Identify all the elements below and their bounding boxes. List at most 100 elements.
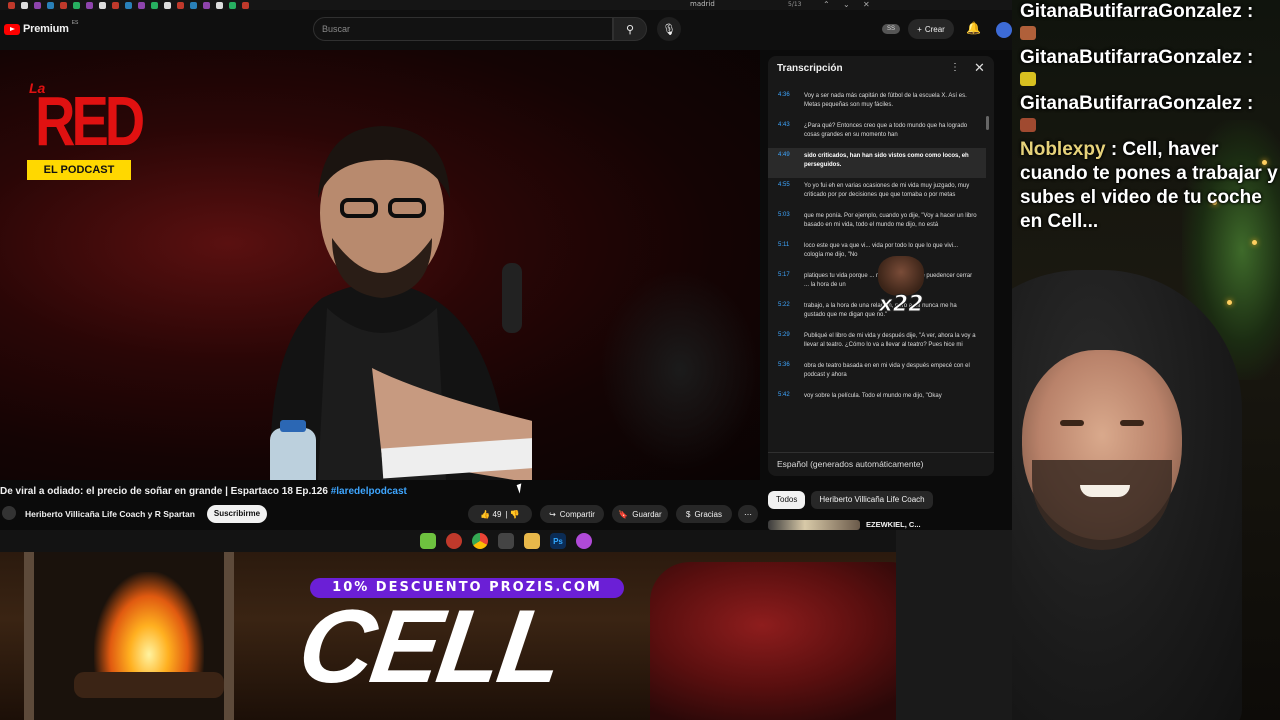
- share-button[interactable]: ↪ Compartir: [540, 505, 604, 523]
- recommended-thumbnail[interactable]: [768, 520, 860, 530]
- tab-favicon[interactable]: [99, 1, 106, 9]
- tab-favicon[interactable]: [34, 1, 41, 9]
- fireplace-image: [24, 552, 234, 720]
- transcript-segment[interactable]: 5:29 Publiqué el libro de mi vida y despu…: [768, 328, 986, 358]
- extension-badge[interactable]: SS: [882, 24, 900, 34]
- show-logo-sub: EL PODCAST: [27, 160, 131, 180]
- tab-favicon[interactable]: [229, 1, 236, 9]
- like-button[interactable]: 👍 49: [480, 510, 501, 519]
- transcript-timestamp[interactable]: 4:49: [778, 152, 790, 158]
- account-avatar[interactable]: [996, 22, 1012, 38]
- spotify-icon[interactable]: [420, 533, 436, 549]
- transcript-segment[interactable]: 4:55 Yo yo fui eh en varias ocasiones de …: [768, 178, 986, 208]
- chip-channel[interactable]: Heriberto Villicaña Life Coach: [811, 491, 933, 509]
- transcript-timestamp[interactable]: 4:43: [778, 122, 790, 128]
- search-button[interactable]: ⚲: [613, 17, 647, 41]
- app-icon-purple[interactable]: [576, 533, 592, 549]
- create-button[interactable]: + Crear: [908, 19, 954, 39]
- chat-overlay: GitanaButifarraGonzalez : GitanaButifarra…: [1012, 0, 1280, 234]
- like-dislike-group: 👍 49 | 👎: [468, 505, 532, 523]
- app-icon[interactable]: [498, 533, 514, 549]
- voice-search-button[interactable]: 🎙: [657, 17, 681, 41]
- bell-icon[interactable]: 🔔: [966, 21, 981, 35]
- find-next-icon[interactable]: ⌄: [843, 0, 850, 9]
- logs-image: [74, 672, 224, 698]
- plus-icon: +: [917, 24, 922, 34]
- chip-all[interactable]: Todos: [768, 491, 806, 509]
- more-actions-button[interactable]: ⋯: [738, 505, 758, 523]
- transcript-timestamp[interactable]: 4:55: [778, 182, 790, 188]
- tab-favicon[interactable]: [47, 1, 54, 9]
- tab-favicon[interactable]: [138, 1, 145, 9]
- transcript-timestamp[interactable]: 5:03: [778, 212, 790, 218]
- sofa-image: [650, 562, 930, 720]
- tab-favicon[interactable]: [125, 1, 132, 9]
- tab-favicon[interactable]: [73, 1, 80, 9]
- dislike-button[interactable]: | 👎: [505, 510, 519, 519]
- obs-icon[interactable]: [446, 533, 462, 549]
- close-icon[interactable]: ✕: [974, 60, 985, 76]
- chat-message: Noblexpy : Cell, haver cuando te pones a…: [1012, 138, 1280, 234]
- tab-favicon[interactable]: [21, 1, 28, 9]
- tab-favicon[interactable]: [164, 1, 171, 9]
- channel-name[interactable]: Heriberto Villicaña Life Coach y R Spart…: [25, 509, 195, 519]
- find-close-icon[interactable]: ✕: [863, 0, 870, 9]
- youtube-header: Premium ES ⚲ 🎙 SS + Crear 🔔: [0, 10, 1012, 50]
- youtube-logo[interactable]: Premium ES: [4, 20, 78, 35]
- tab-favicon[interactable]: [60, 1, 67, 9]
- recommended-title[interactable]: EZEWKIEL, C...: [866, 520, 921, 529]
- taskbar: Ps: [0, 530, 1012, 552]
- thanks-button[interactable]: $ Gracias: [676, 505, 732, 523]
- channel-avatar[interactable]: [2, 506, 16, 520]
- photoshop-icon[interactable]: Ps: [550, 533, 566, 549]
- transcript-language-select[interactable]: Español (generados automáticamente): [768, 452, 994, 476]
- tab-favicon[interactable]: [151, 1, 158, 9]
- transcript-timestamp[interactable]: 4:36: [778, 92, 790, 98]
- search-box[interactable]: [313, 17, 613, 41]
- streamer-eye: [1120, 420, 1144, 426]
- thumbs-up-icon: 👍: [480, 509, 491, 519]
- save-button[interactable]: 🔖 Guardar: [612, 505, 668, 523]
- chat-message: GitanaButifarraGonzalez :: [1012, 0, 1280, 24]
- folder-icon[interactable]: [524, 533, 540, 549]
- tab-favicon[interactable]: [86, 1, 93, 9]
- transcript-timestamp[interactable]: 5:42: [778, 392, 790, 398]
- hashtag-link[interactable]: #laredelpodcast: [331, 486, 407, 497]
- show-logo-big: RED: [35, 81, 145, 160]
- transcript-timestamp[interactable]: 5:17: [778, 272, 790, 278]
- subscribe-button[interactable]: Suscribirme: [207, 505, 267, 523]
- tab-favicon[interactable]: [203, 1, 210, 9]
- chat-text: :: [1247, 47, 1254, 68]
- tab-favicon[interactable]: [112, 1, 119, 9]
- find-in-page-query[interactable]: madrid: [690, 0, 715, 8]
- video-player[interactable]: La RED EL PODCAST: [0, 50, 760, 480]
- transcript-segment[interactable]: 5:36 obra de teatro basada en en mi vida …: [768, 358, 986, 388]
- transcript-segment[interactable]: 5:42 voy sobre la película. Todo el mundo…: [768, 388, 986, 418]
- transcript-timestamp[interactable]: 5:22: [778, 302, 790, 308]
- chat-username: GitanaButifarraGonzalez: [1020, 47, 1242, 68]
- transcript-segment[interactable]: 4:49 sido criticados, han han sido vistos…: [768, 148, 986, 178]
- recommended-video[interactable]: EZEWKIEL, C...: [768, 518, 1012, 530]
- transcript-segment[interactable]: 4:43 ¿Para qué? Entonces creo que a todo …: [768, 118, 986, 148]
- search-input[interactable]: [314, 18, 612, 40]
- transcript-text: voy sobre la película. Todo el mundo me …: [804, 393, 942, 399]
- tab-favicon[interactable]: [177, 1, 184, 9]
- background-shadow: [600, 270, 760, 470]
- youtube-logo-icon: [4, 23, 20, 35]
- tab-favicon[interactable]: [190, 1, 197, 9]
- tab-favicon[interactable]: [216, 1, 223, 9]
- transcript-timestamp[interactable]: 5:11: [778, 242, 789, 248]
- chat-emote-icon: [1020, 72, 1036, 86]
- transcript-timestamp[interactable]: 5:36: [778, 362, 790, 368]
- transcript-scrollbar[interactable]: [986, 116, 989, 130]
- bookmark-icon: 🔖: [618, 509, 629, 519]
- tab-favicon[interactable]: [242, 1, 249, 9]
- transcript-segment[interactable]: 4:36 Voy a ser nada más capitán de fútbol…: [768, 88, 986, 118]
- chrome-icon[interactable]: [472, 533, 488, 549]
- transcript-segment[interactable]: 5:03 que me ponía. Por ejemplo, cuando yo…: [768, 208, 986, 238]
- find-prev-icon[interactable]: ⌃: [823, 0, 830, 9]
- transcript-timestamp[interactable]: 5:29: [778, 332, 790, 338]
- chat-emote-overlay: x22: [872, 256, 930, 322]
- transcript-menu-icon[interactable]: ⋮: [950, 62, 960, 73]
- tab-favicon[interactable]: [8, 1, 15, 9]
